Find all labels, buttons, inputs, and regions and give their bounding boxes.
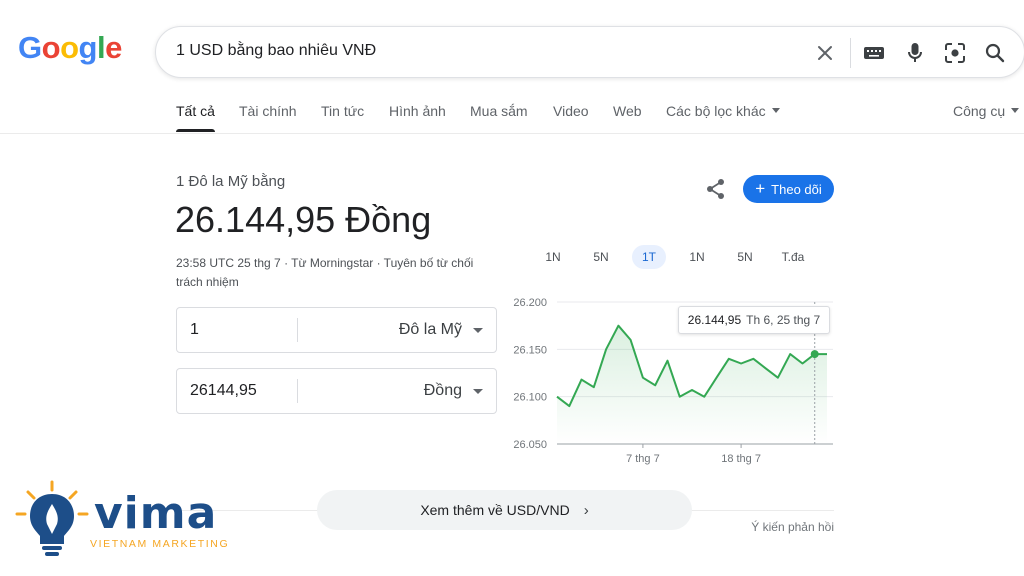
google-logo[interactable]: Google <box>18 30 122 66</box>
converter-subtitle: 1 Đô la Mỹ bằng <box>176 173 286 190</box>
search-tabs: Tất cả Tài chính Tin tức Hình ảnh Mua sắ… <box>0 96 1024 134</box>
follow-button[interactable]: + Theo dõi <box>743 175 834 203</box>
lens-icon[interactable] <box>942 40 968 66</box>
tab-web[interactable]: Web <box>613 103 642 119</box>
keyboard-icon[interactable] <box>861 40 887 66</box>
search-box[interactable]: 1 USD bằng bao nhiêu VNĐ <box>155 26 1024 78</box>
search-input[interactable]: 1 USD bằng bao nhiêu VNĐ <box>176 42 376 60</box>
vima-tagline: VIETNAM MARKETING <box>90 538 230 550</box>
tab-images[interactable]: Hình ảnh <box>389 103 446 119</box>
range-1y[interactable]: 1N <box>684 245 710 269</box>
see-more-button[interactable]: Xem thêm về USD/VND › <box>317 490 692 530</box>
feedback-link[interactable]: Ý kiến phản hồi <box>751 520 834 534</box>
tooltip-date: Th 6, 25 thg 7 <box>746 313 821 327</box>
search-divider <box>850 38 851 68</box>
series-area <box>557 325 827 444</box>
follow-label: Theo dõi <box>771 181 822 197</box>
chevron-down-icon[interactable] <box>473 389 483 394</box>
range-max[interactable]: T.đa <box>776 245 810 269</box>
conv-divider <box>297 318 298 342</box>
vima-wordmark: vima <box>94 488 218 539</box>
logo-letter: o <box>41 30 61 65</box>
from-currency-row: 1 Đô la Mỹ <box>176 307 497 353</box>
y-tick-label: 26.050 <box>513 439 547 451</box>
y-tick-label: 26.200 <box>513 297 547 309</box>
hover-point <box>810 350 819 359</box>
tab-news[interactable]: Tin tức <box>321 103 364 119</box>
from-amount-input[interactable]: 1 <box>190 321 199 339</box>
chart-tooltip: 26.144,95 Th 6, 25 thg 7 <box>678 306 830 334</box>
microphone-icon[interactable] <box>902 40 928 66</box>
tab-all[interactable]: Tất cả <box>176 103 215 119</box>
vima-watermark: vima VIETNAM MARKETING <box>14 480 244 560</box>
to-currency-select[interactable]: Đồng <box>424 382 462 400</box>
tab-video[interactable]: Video <box>553 103 589 119</box>
range-1d[interactable]: 1N <box>540 245 566 269</box>
logo-letter: g <box>78 30 98 65</box>
range-1m[interactable]: 1T <box>632 245 666 269</box>
y-tick-label: 26.150 <box>513 344 547 356</box>
tab-shopping[interactable]: Mua sắm <box>470 103 528 119</box>
share-icon[interactable] <box>703 176 729 202</box>
logo-letter: l <box>96 30 106 65</box>
tools-button[interactable]: Công cụ <box>953 103 1020 119</box>
logo-letter: G <box>18 30 42 65</box>
tooltip-value: 26.144,95 <box>687 313 742 327</box>
chevron-down-icon <box>771 107 780 113</box>
to-amount-input[interactable]: 26144,95 <box>190 382 257 400</box>
y-tick-label: 26.100 <box>513 392 547 404</box>
logo-letter: e <box>105 30 122 65</box>
logo-letter: o <box>60 30 79 65</box>
x-tick-label: 18 thg 7 <box>721 453 761 465</box>
tools-label: Công cụ <box>953 103 1006 119</box>
to-currency-row: 26144,95 Đồng <box>176 368 497 414</box>
range-5y[interactable]: 5N <box>732 245 758 269</box>
close-icon[interactable] <box>812 40 838 66</box>
chevron-down-icon <box>1011 107 1020 113</box>
see-more-label: Xem thêm về USD/VND <box>420 502 570 518</box>
chevron-down-icon[interactable] <box>473 328 483 333</box>
tab-more-filters[interactable]: Các bộ lọc khác <box>666 103 780 119</box>
tab-finance[interactable]: Tài chính <box>239 103 297 119</box>
plus-icon: + <box>755 178 766 198</box>
search-icon[interactable] <box>982 40 1008 66</box>
x-tick-label: 7 thg 7 <box>626 453 660 465</box>
converter-meta: 23:58 UTC 25 thg 7 · Từ Morningstar · Tu… <box>176 256 474 289</box>
from-currency-select[interactable]: Đô la Mỹ <box>399 321 462 339</box>
vima-bulb-logo <box>15 480 89 556</box>
conv-divider <box>297 379 298 403</box>
chevron-right-icon: › <box>583 501 589 519</box>
range-5d[interactable]: 5N <box>588 245 614 269</box>
active-tab-indicator <box>176 129 215 132</box>
more-filters-label: Các bộ lọc khác <box>666 103 766 119</box>
converted-value: 26.144,95 Đồng <box>175 199 432 240</box>
